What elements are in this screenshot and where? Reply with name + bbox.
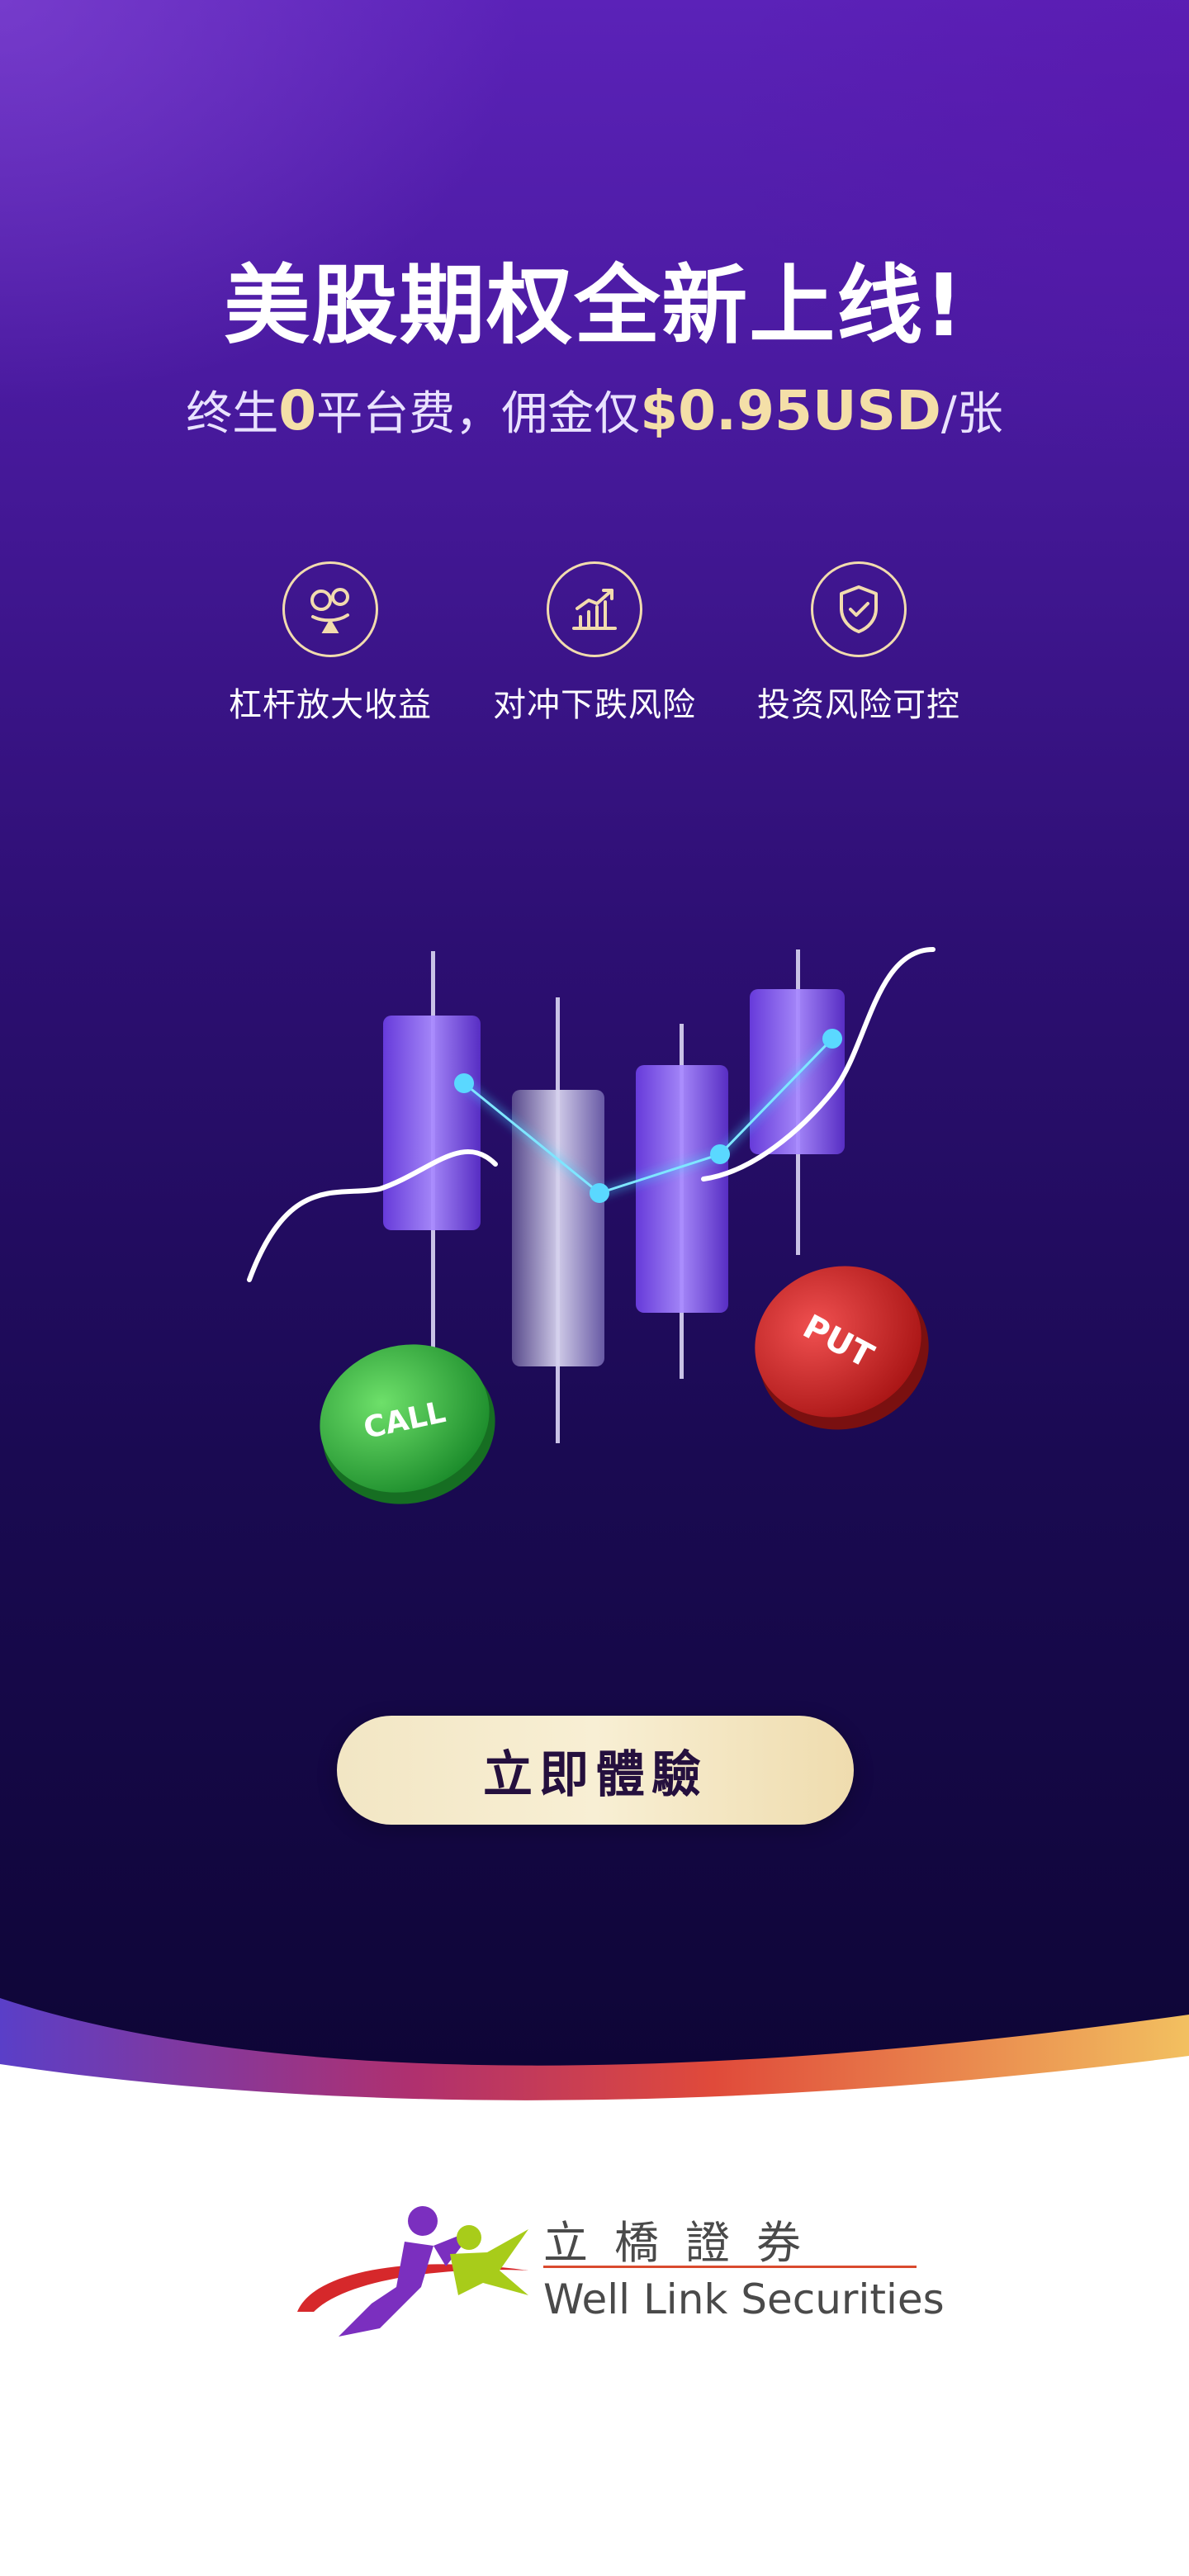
brand-logo: 立橋證券 Well Link Securities [281,2196,945,2361]
feature-label: 杠杆放大收益 [229,686,432,724]
candlestick-1 [383,951,481,1347]
put-button-graphic: PUT [755,1266,929,1430]
try-now-button[interactable]: 立即體驗 [337,1716,854,1825]
subheadline-prefix: 终生 [186,387,279,441]
gradient-wave [0,1998,1189,2147]
headline: 美股期权全新上线! [224,255,965,356]
subheadline: 终生0平台费，佣金仅$0.95USD/张 [0,370,1189,456]
brand-name-en: Well Link Securities [543,2275,945,2323]
feature-hedge: 对冲下跌风险 [458,561,731,730]
brand-divider [543,2266,917,2268]
runners-logo-icon [297,2206,528,2337]
candlestick-2 [512,997,604,1443]
candlestick-4 [750,949,845,1255]
promo-page: 美股期权全新上线! 终生0平台费，佣金仅$0.95USD/张 杠杆放大收益 对冲… [0,0,1189,2576]
call-button-graphic: CALL [320,1344,495,1504]
brand-name-cn: 立橋證券 [543,2217,827,2269]
subheadline-mid: 平台费，佣金仅 [316,387,641,441]
feature-leverage: 杠杆放大收益 [194,561,467,730]
zero-fee-value: 0 [278,379,317,443]
feature-label: 对冲下跌风险 [493,686,696,724]
coins-balance-icon [282,561,378,657]
shield-check-icon [811,561,907,657]
commission-price: $0.95USD [640,379,941,443]
feature-label: 投资风险可控 [757,686,960,724]
subheadline-suffix: /张 [940,387,1003,441]
bar-chart-growth-icon [547,561,642,657]
options-candlestick-illustration: CALL PUT [247,947,936,1504]
feature-risk-control: 投资风险可控 [722,561,995,730]
candlestick-3 [636,1024,728,1379]
